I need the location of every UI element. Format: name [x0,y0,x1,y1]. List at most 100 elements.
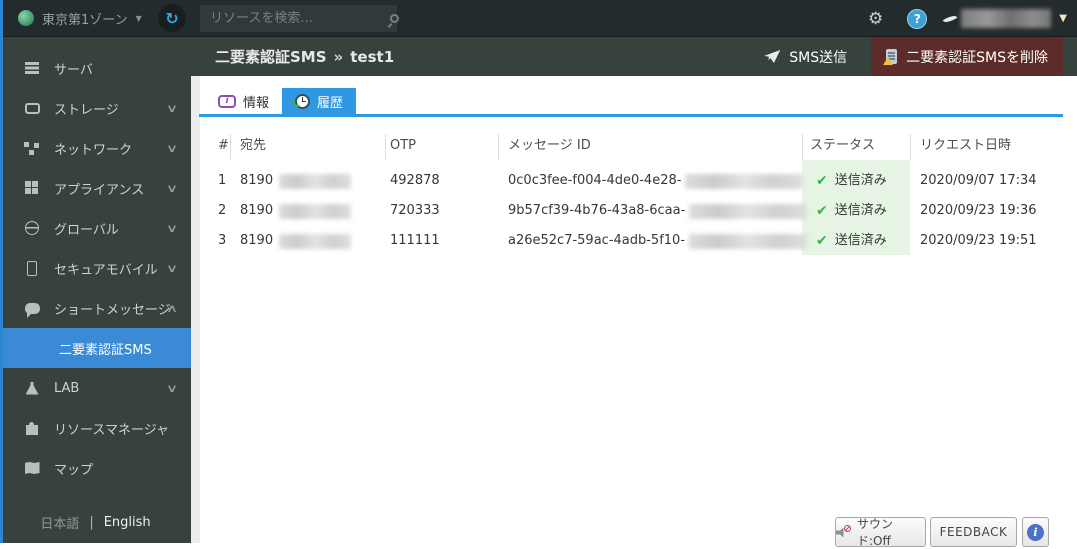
left-accent-stripe [0,0,3,543]
cell-message-id: 9b57cf39-4b76-43a8-6caa- [508,196,808,226]
status-badge: 送信済み [834,173,887,188]
page-header: 二要素認証SMS » test1 SMS送信 二要素認証SMSを削除 [191,37,1077,76]
sidebar-item-storage[interactable]: ストレージ ∨ [0,88,191,128]
speaker-muted-icon [836,524,851,538]
info-icon: i [1027,523,1044,541]
sidebar-item-global[interactable]: グローバル ∨ [0,208,191,248]
column-header-message-id: メッセージ ID [508,138,591,153]
redacted-message-id [685,173,804,189]
main-panel: i 情報 履歴 # 宛先 OTP メッセージ ID ステータス リクエスト日時 … [191,76,1077,543]
feedback-label: FEEDBACK [939,525,1008,539]
table-row[interactable]: 1 8190 492878 0c0c3fee-f004-4de0-4e28- ✔… [191,166,1077,196]
sidebar-item-appliance[interactable]: アプライアンス ∨ [0,168,191,208]
sidebar-item-server[interactable]: サーバ [0,48,191,88]
sidebar-item-label: グローバル [54,222,119,238]
chat-bubble-icon [23,302,41,318]
table-body: 1 8190 492878 0c0c3fee-f004-4de0-4e28- ✔… [191,166,1077,256]
cell-num: 2 [218,203,227,218]
check-icon: ✔ [816,233,828,249]
feather-icon [942,12,958,25]
column-header-otp: OTP [390,138,417,153]
redacted-message-id [689,233,808,249]
table-row[interactable]: 2 8190 720333 9b57cf39-4b76-43a8-6caa- ✔… [191,196,1077,226]
language-english[interactable]: English [104,515,151,530]
tab-history-label: 履歴 [317,95,344,111]
cell-otp: 111111 [390,233,440,248]
sidebar-item-label: ストレージ [54,102,119,118]
chevron-down-icon: ∨ [165,261,179,275]
column-header-status: ステータス [810,138,876,153]
cell-requested-at: 2020/09/23 19:36 [920,203,1037,218]
tab-info[interactable]: i 情報 [205,88,282,114]
map-icon [23,462,41,474]
language-japanese[interactable]: 日本語 [40,513,79,532]
search-icon [390,14,399,23]
sidebar-item-lab[interactable]: LAB ∨ [0,368,191,408]
cell-requested-at: 2020/09/07 17:34 [920,173,1037,188]
account-name-redacted[interactable] [961,9,1052,28]
cell-num: 3 [218,233,227,248]
column-header-num: # [218,138,229,153]
check-icon: ✔ [816,173,828,189]
info-icon: i [218,94,236,108]
refresh-button[interactable]: ↻ [158,4,186,32]
chevron-up-icon: ∧ [165,301,179,315]
table-row[interactable]: 3 8190 111111 a26e52c7-59ac-4adb-5f10- ✔… [191,226,1077,256]
help-button[interactable]: ? [907,8,928,29]
top-bar: 東京第1ゾーン ▼ ↻ ⚙ ? ▼ [0,0,1077,37]
zone-selector[interactable]: 東京第1ゾーン ▼ [18,9,142,28]
flask-icon [23,381,41,395]
sidebar-item-network[interactable]: ネットワーク ∨ [0,128,191,168]
breadcrumb-separator: » [333,48,344,66]
cell-num: 1 [218,173,227,188]
sidebar-item-short-message[interactable]: ショートメッセージ ∧ [0,288,191,328]
sidebar-item-label: アプライアンス [54,182,145,198]
sidebar-subitem-label: 二要素認証SMS [59,342,152,358]
gear-icon[interactable]: ⚙ [868,9,883,29]
cell-to: 8190 [240,196,352,226]
column-header-requested-at: リクエスト日時 [920,138,1012,153]
chevron-down-icon: ∨ [165,221,179,235]
tab-info-label: 情報 [243,95,270,111]
delete-warning-icon [883,49,898,65]
tab-history[interactable]: 履歴 [282,88,357,114]
check-icon: ✔ [816,203,828,219]
sidebar-item-map[interactable]: マップ [0,448,191,488]
chevron-down-icon: ∨ [165,381,179,395]
sidebar-item-2fa-sms-selected[interactable]: 二要素認証SMS [0,328,191,368]
resource-search [200,5,399,32]
page-title: 二要素認証SMS [215,48,327,66]
zone-label: 東京第1ゾーン [42,12,128,28]
cell-message-id: 0c0c3fee-f004-4de0-4e28- [508,166,804,196]
cell-requested-at: 2020/09/23 19:51 [920,233,1037,248]
paper-plane-icon [764,50,781,63]
puzzle-icon [23,421,41,435]
mobile-icon [23,260,41,276]
sidebar-item-label: セキュアモバイル [54,262,158,278]
column-header-to: 宛先 [240,138,267,153]
chevron-down-icon: ∨ [165,181,179,195]
cell-message-id: a26e52c7-59ac-4adb-5f10- [508,226,808,256]
redacted-phone [279,173,352,189]
refresh-icon: ↻ [165,8,179,28]
cell-otp: 720333 [390,203,440,218]
sidebar-item-secure-mobile[interactable]: セキュアモバイル ∨ [0,248,191,288]
chevron-down-icon: ∨ [165,101,179,115]
table-header: # 宛先 OTP メッセージ ID ステータス リクエスト日時 [191,132,1077,160]
search-input[interactable] [200,11,390,26]
language-switcher: 日本語 | English [0,513,191,532]
cell-status: ✔ 送信済み [816,166,887,196]
sidebar-item-label: ネットワーク [54,142,133,158]
chevron-down-icon[interactable]: ▼ [1059,13,1067,24]
status-badge: 送信済み [834,233,887,248]
appliance-icon [23,181,41,195]
sidebar-item-resource-manager[interactable]: リソースマネージャ [0,408,191,448]
redacted-phone [279,203,352,219]
cell-to: 8190 [240,226,352,256]
sms-send-button[interactable]: SMS送信 [748,37,863,76]
chevron-down-icon: ▼ [135,13,142,23]
language-divider: | [89,515,94,530]
delete-2fa-sms-button[interactable]: 二要素認証SMSを削除 [871,37,1063,76]
cell-status: ✔ 送信済み [816,226,887,256]
cell-to: 8190 [240,166,352,196]
